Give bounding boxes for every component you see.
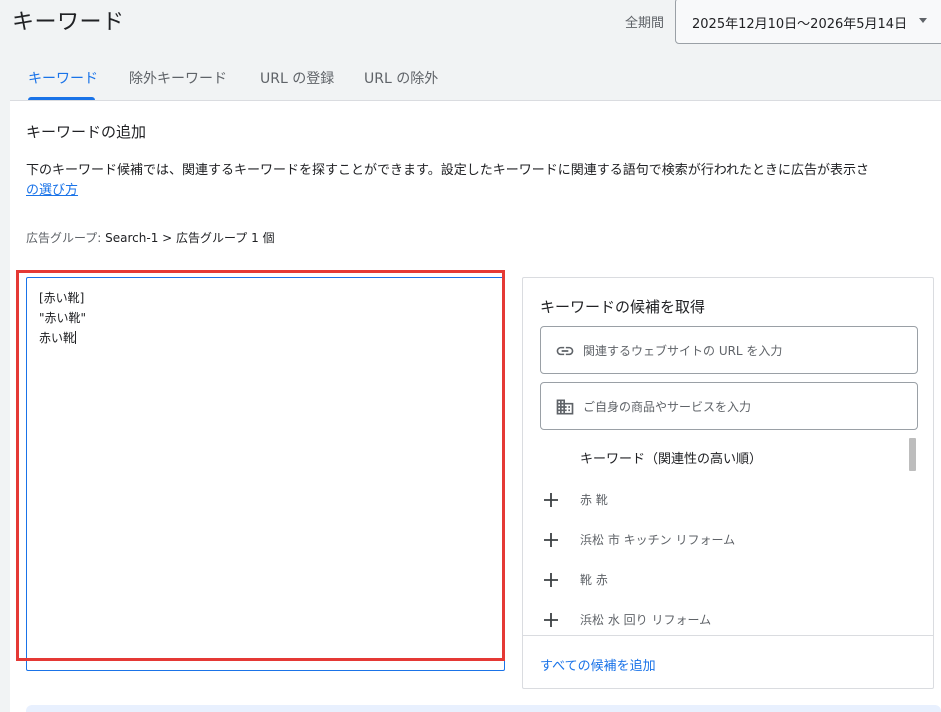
tab-bar: キーワード 除外キーワード URL の登録 URL の除外 — [12, 54, 941, 100]
ad-group-label: 広告グループ: — [26, 231, 102, 245]
product-service-input[interactable] — [583, 395, 903, 419]
product-service-field[interactable] — [540, 382, 918, 430]
suggestion-label: 赤 靴 — [580, 493, 608, 507]
panel-divider — [523, 635, 933, 636]
date-range-dropdown[interactable]: 2025年12月10日〜2026年5月14日 — [675, 0, 941, 44]
suggestion-item[interactable]: 浜松 水 回り リフォーム — [540, 609, 900, 643]
suggestion-item[interactable]: 赤 靴 — [540, 489, 900, 523]
keyword-line: [赤い靴] — [39, 291, 85, 305]
plus-icon[interactable] — [543, 612, 559, 628]
date-range-value: 2025年12月10日〜2026年5月14日 — [692, 17, 908, 32]
building-icon — [556, 399, 574, 415]
text-cursor — [75, 331, 77, 344]
suggestion-label: 靴 赤 — [580, 573, 608, 587]
tab-negative-keywords[interactable]: 除外キーワード — [129, 68, 227, 88]
keyword-card: キーワードの追加 下のキーワード候補では、関連するキーワードを探すことができます… — [10, 100, 941, 712]
description: 下のキーワード候補では、関連するキーワードを探すことができます。設定したキーワー… — [26, 161, 941, 201]
tab-url-exclude[interactable]: URL の除外 — [364, 68, 438, 88]
plus-icon[interactable] — [543, 492, 559, 508]
tab-url-register[interactable]: URL の登録 — [260, 68, 334, 88]
date-range-label: 全期間 — [625, 16, 665, 31]
suggestion-label: 浜松 水 回り リフォーム — [580, 613, 712, 627]
keyword-line: 赤い靴 — [39, 331, 77, 345]
keyword-suggestions-panel: キーワードの候補を取得 キーワード（関連性の高い順） 赤 靴 浜松 市 キッチン… — [522, 277, 934, 689]
suggestion-scrollbar[interactable] — [909, 438, 916, 471]
description-text: 下のキーワード候補では、関連するキーワードを探すことができます。設定したキーワー… — [26, 163, 870, 178]
website-url-field[interactable] — [540, 326, 918, 374]
keyword-line: "赤い靴" — [39, 311, 87, 325]
plus-icon[interactable] — [543, 532, 559, 548]
caret-down-icon — [919, 18, 927, 23]
info-banner-edge — [26, 705, 941, 712]
ad-group-breadcrumb: 広告グループ: Search-1 > 広告グループ 1 個 — [26, 229, 275, 246]
page-title: キーワード — [12, 10, 125, 35]
suggestion-label: 浜松 市 キッチン リフォーム — [580, 533, 736, 547]
suggestions-title: キーワードの候補を取得 — [540, 298, 706, 316]
add-all-suggestions-link[interactable]: すべての候補を追加 — [540, 655, 656, 674]
tab-keywords[interactable]: キーワード — [28, 68, 98, 88]
ad-group-value: Search-1 > 広告グループ 1 個 — [105, 231, 275, 245]
keyword-selection-link[interactable]: の選び方 — [26, 183, 78, 198]
plus-icon[interactable] — [543, 572, 559, 588]
keyword-textarea[interactable]: [赤い靴] "赤い靴" 赤い靴 — [26, 277, 505, 671]
suggestion-item[interactable]: 靴 赤 — [540, 569, 900, 603]
link-icon — [556, 346, 574, 356]
suggestion-list-header: キーワード（関連性の高い順） — [580, 452, 763, 467]
suggestion-item[interactable]: 浜松 市 キッチン リフォーム — [540, 529, 900, 563]
website-url-input[interactable] — [583, 339, 903, 363]
section-title: キーワードの追加 — [26, 123, 147, 141]
